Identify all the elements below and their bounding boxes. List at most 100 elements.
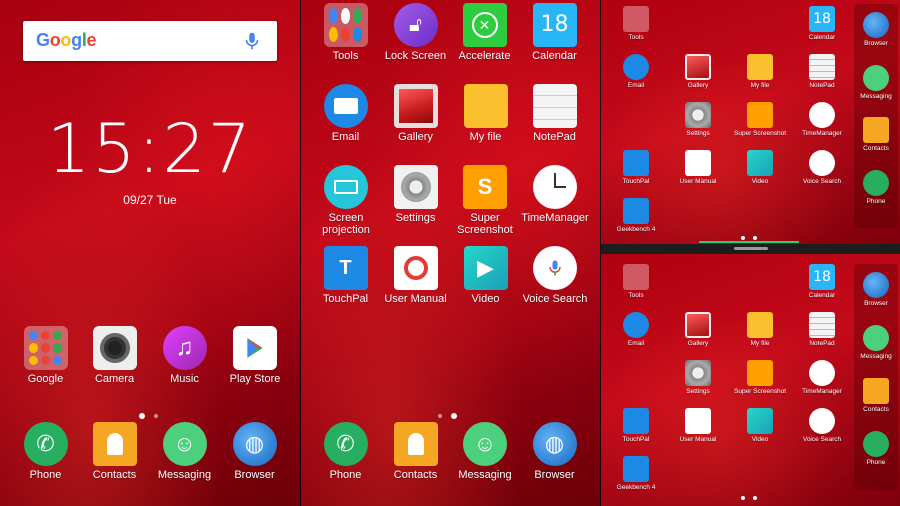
app-touchpal[interactable]: TouchPal xyxy=(610,150,662,185)
dock-contacts[interactable]: Contacts xyxy=(87,422,142,481)
app-my-file[interactable]: My file xyxy=(734,312,786,347)
app-gallery[interactable]: Gallery xyxy=(672,54,724,89)
app-email[interactable]: Email xyxy=(610,54,662,89)
app-play-store[interactable]: Play Store xyxy=(225,326,285,385)
app-tools[interactable]: Tools xyxy=(610,6,662,41)
app-label: My file xyxy=(750,340,770,347)
app-gallery[interactable]: Gallery xyxy=(672,312,724,347)
dock-browser[interactable]: ◍ Browser xyxy=(227,422,282,481)
app-screen-projection[interactable]: Screen projection xyxy=(315,165,377,236)
app-notepad[interactable]: NotePad xyxy=(796,54,848,89)
app-label: User Manual xyxy=(679,436,717,443)
google-search-bar[interactable]: Google xyxy=(23,21,277,61)
app-super-screenshot[interactable]: S Super Screenshot xyxy=(454,165,516,236)
app-voice-search[interactable]: Voice Search xyxy=(796,408,848,443)
dock-messaging[interactable]: ☺ Messaging xyxy=(157,422,212,481)
app-label: Voice Search xyxy=(802,178,842,185)
app-timemanager[interactable]: TimeManager xyxy=(796,102,848,137)
dock-browser[interactable]: ◍ Browser xyxy=(527,422,582,481)
app-label: Voice Search xyxy=(802,436,842,443)
app-label: User Manual xyxy=(679,178,717,185)
gallery-icon xyxy=(685,312,711,338)
app-voice-search[interactable]: Voice Search xyxy=(796,150,848,185)
app-lock-screen[interactable]: 🔓︎ Lock Screen xyxy=(383,3,448,62)
dock-phone[interactable]: Phone xyxy=(853,431,899,466)
app-geekbench-4[interactable]: Geekbench 4 xyxy=(610,198,662,233)
settings-gear-icon xyxy=(685,102,711,128)
app-label: Gallery xyxy=(398,131,433,143)
mic-icon[interactable] xyxy=(241,30,263,52)
app-voice-search[interactable]: Voice Search xyxy=(521,246,589,305)
app-video[interactable]: ▶ Video xyxy=(458,246,513,305)
app-touchpal[interactable]: T TouchPal xyxy=(318,246,373,305)
app-settings[interactable]: Settings xyxy=(388,165,443,224)
page-indicator xyxy=(139,413,158,419)
app-label: Play Store xyxy=(229,373,281,385)
touchpal-icon: T xyxy=(323,246,368,290)
accelerate-icon: ✕ xyxy=(462,3,507,47)
app-settings[interactable]: Settings xyxy=(672,102,724,137)
app-geekbench-4[interactable]: Geekbench 4 xyxy=(610,456,662,491)
app-my-file[interactable]: My file xyxy=(458,84,513,143)
dock-messaging[interactable]: Messaging xyxy=(853,325,899,360)
dock-contacts[interactable]: Contacts xyxy=(853,117,899,152)
app-label: Google xyxy=(27,373,64,385)
app-timemanager[interactable]: TimeManager xyxy=(521,165,589,224)
contacts-icon xyxy=(393,422,438,466)
browser-globe-icon: ◍ xyxy=(532,422,577,466)
phone-icon xyxy=(863,169,889,196)
dock-contacts[interactable]: Contacts xyxy=(853,378,899,413)
page-dot xyxy=(154,414,158,418)
page-indicator xyxy=(741,496,757,500)
clock-date: 09/27 Tue xyxy=(123,193,177,207)
dock-messaging[interactable]: Messaging xyxy=(853,64,899,100)
split-top-pane[interactable]: Tools 18 Calendar Email Gallery My file NotePa… xyxy=(601,0,900,244)
app-calendar[interactable]: 18 Calendar xyxy=(796,264,848,299)
app-touchpal[interactable]: TouchPal xyxy=(610,408,662,443)
dock-browser[interactable]: Browser xyxy=(853,272,899,307)
dock-phone[interactable]: Phone xyxy=(853,169,899,205)
email-icon xyxy=(323,84,368,128)
app-gallery[interactable]: Gallery xyxy=(388,84,443,143)
app-email[interactable]: Email xyxy=(610,312,662,347)
app-super-screenshot[interactable]: Super Screenshot xyxy=(734,102,786,137)
app-video[interactable]: Video xyxy=(734,150,786,185)
app-calendar[interactable]: 18 Calendar xyxy=(527,3,582,62)
page-dot xyxy=(741,496,745,500)
app-label: Tools xyxy=(628,292,644,299)
app-label: Calendar xyxy=(808,292,836,299)
app-calendar[interactable]: 18 Calendar xyxy=(796,6,848,41)
app-label: Calendar xyxy=(532,50,577,62)
app-google[interactable]: Google xyxy=(18,326,73,385)
app-label: Settings xyxy=(395,212,436,224)
app-timemanager[interactable]: TimeManager xyxy=(796,360,848,395)
dock-phone[interactable]: ✆ Phone xyxy=(18,422,73,481)
app-video[interactable]: Video xyxy=(734,408,786,443)
dock-messaging[interactable]: ☺ Messaging xyxy=(457,422,513,481)
app-tools[interactable]: Tools xyxy=(610,264,662,299)
app-user-manual[interactable]: User Manual xyxy=(383,246,448,305)
app-user-manual[interactable]: User Manual xyxy=(672,150,724,185)
calendar-icon: 18 xyxy=(809,264,835,290)
app-tools[interactable]: Tools xyxy=(318,3,373,62)
app-camera[interactable]: Camera xyxy=(87,326,142,385)
split-divider[interactable] xyxy=(601,244,900,254)
app-settings[interactable]: Settings xyxy=(672,360,724,395)
app-music[interactable]: ♫ Music xyxy=(157,326,212,385)
app-notepad[interactable]: NotePad xyxy=(796,312,848,347)
app-my-file[interactable]: My file xyxy=(734,54,786,89)
dock-phone[interactable]: ✆ Phone xyxy=(318,422,373,481)
divider-handle[interactable] xyxy=(734,247,768,250)
app-notepad[interactable]: NotePad xyxy=(527,84,582,143)
settings-gear-icon xyxy=(685,360,711,386)
split-bottom-pane[interactable]: Tools 18 Calendar Email Gallery My file NotePa… xyxy=(601,254,900,506)
app-accelerate[interactable]: ✕ Accelerate xyxy=(457,3,512,62)
app-super-screenshot[interactable]: Super Screenshot xyxy=(734,360,786,395)
dock-contacts[interactable]: Contacts xyxy=(388,422,443,481)
app-label: Messaging xyxy=(860,92,892,100)
app-email[interactable]: Email xyxy=(318,84,373,143)
page-dot-active xyxy=(139,413,145,419)
dock-browser[interactable]: Browser xyxy=(853,12,899,47)
app-user-manual[interactable]: User Manual xyxy=(672,408,724,443)
app-label: Gallery xyxy=(687,340,709,347)
